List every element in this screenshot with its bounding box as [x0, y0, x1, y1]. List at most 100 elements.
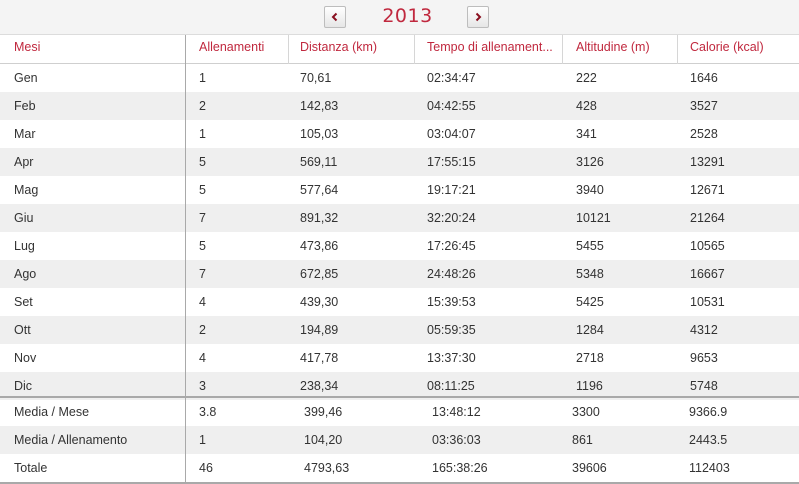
- table-cell: 19:17:21: [427, 183, 476, 197]
- summary-cell: 9366.9: [689, 405, 728, 419]
- table-cell: 24:48:26: [427, 267, 476, 281]
- summary-cell: Media / Allenamento: [14, 433, 128, 447]
- summary-row: Media / Allenamento 1 104,20 03:36:03 861 244…: [0, 426, 799, 454]
- table-cell: 15:39:53: [427, 295, 476, 309]
- table-cell: 3527: [690, 99, 718, 113]
- table-cell: 3126: [576, 155, 604, 169]
- table-row: Mar 1 105,03 03:04:07 341 2528: [0, 120, 799, 148]
- table-cell: 70,61: [300, 71, 332, 85]
- header-divider: [288, 35, 289, 64]
- table-cell: 13:37:30: [427, 351, 476, 365]
- table-cell: 5455: [576, 239, 604, 253]
- header-divider: [562, 35, 563, 64]
- table-cell: 569,11: [300, 155, 338, 169]
- table-cell: 2528: [690, 127, 718, 141]
- table-cell: 2: [199, 323, 206, 337]
- summary-cell: 3300: [572, 405, 600, 419]
- table-cell: 03:04:07: [427, 127, 476, 141]
- table-cell: 13291: [690, 155, 725, 169]
- table-cell: Mar: [14, 127, 36, 141]
- table-cell: 5348: [576, 267, 604, 281]
- summary-cell: 104,20: [304, 433, 343, 447]
- table-cell: Apr: [14, 155, 34, 169]
- table-cell: 105,03: [300, 127, 339, 141]
- table-row: Ago 7 672,85 24:48:26 5348 16667: [0, 260, 799, 288]
- table-row: Ott 2 194,89 05:59:35 1284 4312: [0, 316, 799, 344]
- summary-row: Totale 46 4793,63 165:38:26 39606 112403: [0, 454, 799, 482]
- table-cell: 5: [199, 155, 206, 169]
- summary-cell: Media / Mese: [14, 405, 90, 419]
- table-cell: 1196: [576, 379, 603, 393]
- table-header: Mesi Allenamenti Distanza (km) Tempo di …: [0, 35, 799, 64]
- table-row: Giu 7 891,32 32:20:24 10121 21264: [0, 204, 799, 232]
- table-cell: 4: [199, 351, 206, 365]
- table-cell: 5: [199, 183, 206, 197]
- table-cell: Lug: [14, 239, 35, 253]
- summary-cell: 4793,63: [304, 461, 350, 475]
- table-cell: 238,34: [300, 379, 339, 393]
- table-cell: 142,83: [300, 99, 339, 113]
- table-cell: 2718: [576, 351, 604, 365]
- table-cell: 3940: [576, 183, 604, 197]
- table-cell: 577,64: [300, 183, 339, 197]
- table-cell: 17:26:45: [427, 239, 476, 253]
- summary-cell: 13:48:12: [432, 405, 481, 419]
- table-cell: 428: [576, 99, 597, 113]
- table-cell: 222: [576, 71, 597, 85]
- table-cell: 1: [199, 71, 206, 85]
- header-mesi[interactable]: Mesi: [14, 40, 40, 54]
- summary-cell: 3.8: [199, 405, 217, 419]
- next-year-button[interactable]: [467, 6, 489, 28]
- table-cell: 4: [199, 295, 206, 309]
- table-cell: 473,86: [300, 239, 339, 253]
- summary-cell: 03:36:03: [432, 433, 481, 447]
- header-calorie[interactable]: Calorie (kcal): [690, 40, 764, 54]
- table-cell: 1646: [690, 71, 718, 85]
- table-cell: 16667: [690, 267, 725, 281]
- table-cell: Feb: [14, 99, 36, 113]
- table-cell: 1: [199, 127, 206, 141]
- table-cell: 21264: [690, 211, 725, 225]
- table-cell: 194,89: [300, 323, 339, 337]
- table-cell: 7: [199, 211, 206, 225]
- table-cell: Dic: [14, 379, 33, 393]
- monthly-table-body: Gen 1 70,61 02:34:47 222 1646 Feb 2 142,83 04:42:…: [0, 64, 799, 400]
- table-cell: Set: [14, 295, 33, 309]
- summary-cell: 46: [199, 461, 213, 475]
- summary-cell: 2443.5: [689, 433, 728, 447]
- header-altitudine[interactable]: Altitudine (m): [576, 40, 650, 54]
- previous-year-button[interactable]: [324, 6, 346, 28]
- summary-cell: 112403: [689, 461, 730, 475]
- table-row: Set 4 439,30 15:39:53 5425 10531: [0, 288, 799, 316]
- table-row: Nov 4 417,78 13:37:30 2718 9653: [0, 344, 799, 372]
- table-cell: 10121: [576, 211, 611, 225]
- header-tempo[interactable]: Tempo di allenament...: [427, 40, 553, 54]
- table-cell: Gen: [14, 71, 38, 85]
- table-cell: 10565: [690, 239, 725, 253]
- table-row: Feb 2 142,83 04:42:55 428 3527: [0, 92, 799, 120]
- chevron-left-icon: [331, 12, 338, 22]
- header-divider: [677, 35, 678, 64]
- table-cell: 9653: [690, 351, 718, 365]
- table-cell: 02:34:47: [427, 71, 476, 85]
- table-cell: Ott: [14, 323, 31, 337]
- table-cell: Mag: [14, 183, 39, 197]
- summary-table-body: Media / Mese 3.8 399,46 13:48:12 3300 9366.9 M…: [0, 396, 799, 482]
- header-distanza[interactable]: Distanza (km): [300, 40, 377, 54]
- table-cell: 5: [199, 239, 206, 253]
- table-cell: Giu: [14, 211, 34, 225]
- table-cell: 32:20:24: [427, 211, 476, 225]
- summary-cell: 399,46: [304, 405, 343, 419]
- table-cell: 4312: [690, 323, 718, 337]
- table-cell: 2: [199, 99, 206, 113]
- table-cell: 10531: [690, 295, 725, 309]
- chevron-right-icon: [475, 12, 482, 22]
- summary-row: Media / Mese 3.8 399,46 13:48:12 3300 9366.9: [0, 398, 799, 426]
- table-row: Apr 5 569,11 17:55:15 3126 13291: [0, 148, 799, 176]
- first-column-separator: [185, 35, 186, 482]
- summary-cell: 1: [199, 433, 206, 447]
- header-allenamenti[interactable]: Allenamenti: [199, 40, 264, 54]
- table-cell: 17:55:15: [427, 155, 476, 169]
- table-row: Mag 5 577,64 19:17:21 3940 12671: [0, 176, 799, 204]
- table-cell: Ago: [14, 267, 37, 281]
